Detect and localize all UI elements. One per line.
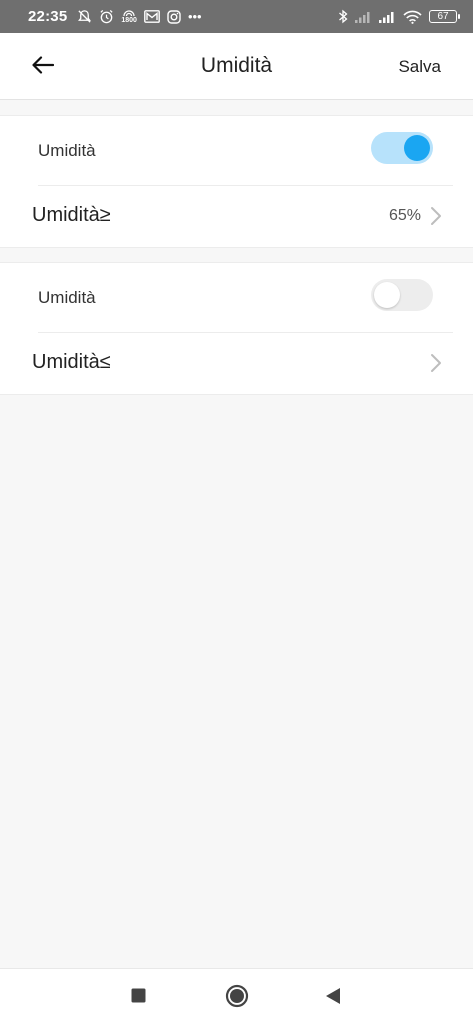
home-button[interactable] xyxy=(222,983,252,1013)
chevron-right-icon xyxy=(429,350,443,376)
status-icons-left: 1800 ••• xyxy=(77,9,202,24)
status-icons-right: 67 xyxy=(338,9,460,24)
bluetooth-icon xyxy=(338,9,348,24)
muted-bell-icon xyxy=(77,9,92,24)
threshold-value: 65% xyxy=(388,207,421,224)
more-notifications-indicator: ••• xyxy=(187,9,202,24)
back-nav-button[interactable] xyxy=(318,983,348,1013)
humidity-max-threshold-row[interactable]: Umidità≤ xyxy=(0,333,473,395)
humidity-toggle-row: Umidità xyxy=(0,116,473,185)
status-bar: 22:35 1800 ••• 67 xyxy=(0,0,473,33)
humidity-min-threshold-row[interactable]: Umidità≥ 65% xyxy=(0,186,473,248)
mail-icon xyxy=(144,10,160,23)
wifi-icon xyxy=(403,10,422,24)
system-nav-bar xyxy=(0,968,473,1024)
alarm-icon xyxy=(99,9,114,24)
recents-square-icon xyxy=(131,988,146,1008)
humidity-low-toggle[interactable] xyxy=(371,279,433,311)
network-badge: 1800 xyxy=(121,16,137,24)
save-button[interactable]: Salva xyxy=(398,57,441,77)
humidity-toggle-row: Umidità xyxy=(0,263,473,332)
signal-icon xyxy=(355,10,372,23)
humidity-high-section: Umidità Umidità≥ 65% xyxy=(0,115,473,248)
app-bar: Umidità Salva xyxy=(0,33,473,100)
toggle-knob xyxy=(374,282,400,308)
back-triangle-icon xyxy=(325,987,341,1010)
chevron-right-icon xyxy=(429,203,443,229)
battery-icon: 67 xyxy=(429,10,460,23)
status-time: 22:35 xyxy=(28,8,68,25)
humidity-high-toggle[interactable] xyxy=(371,132,433,164)
battery-level: 67 xyxy=(437,11,449,22)
home-circle-icon xyxy=(225,984,249,1013)
humidity-low-section: Umidità Umidità≤ xyxy=(0,262,473,395)
signal-icon xyxy=(379,10,396,23)
toggle-knob xyxy=(404,135,430,161)
hotspot-icon: 1800 xyxy=(121,9,137,24)
instagram-icon xyxy=(167,9,181,24)
threshold-label: Umidità≤ xyxy=(32,351,111,373)
recents-button[interactable] xyxy=(123,983,153,1013)
toggle-label: Umidità xyxy=(38,141,96,160)
threshold-label: Umidità≥ xyxy=(32,204,111,226)
toggle-label: Umidità xyxy=(38,288,96,307)
